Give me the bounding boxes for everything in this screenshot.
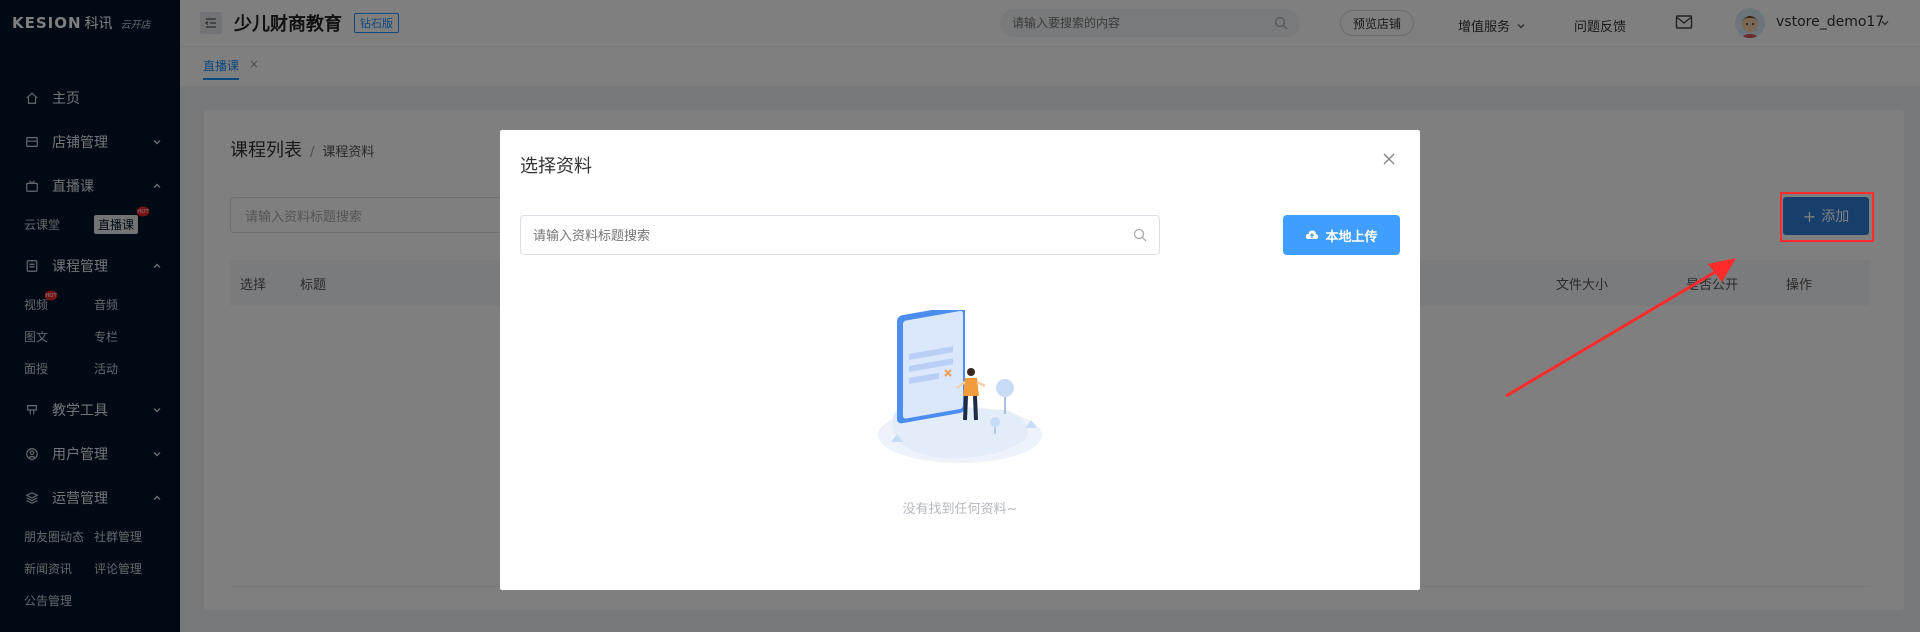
modal-title: 选择资料 <box>520 156 592 177</box>
upload-button-label: 本地上传 <box>1325 229 1378 245</box>
close-icon[interactable] <box>1382 152 1396 166</box>
annotation-arrow-icon <box>1505 258 1736 398</box>
empty-state-illustration <box>878 310 1042 463</box>
local-upload-button[interactable]: 本地上传 <box>1283 215 1400 255</box>
empty-state-text: 没有找到任何资料~ <box>902 502 1018 517</box>
cloud-upload-icon <box>1306 230 1319 239</box>
select-material-modal: 选择资料 本地上传 没有找到任何资料~ <box>500 130 1420 590</box>
modal-search-input[interactable] <box>533 227 1133 243</box>
annotation-highlight-box <box>1780 192 1874 242</box>
modal-search[interactable] <box>520 215 1160 255</box>
search-icon[interactable] <box>1133 228 1147 242</box>
